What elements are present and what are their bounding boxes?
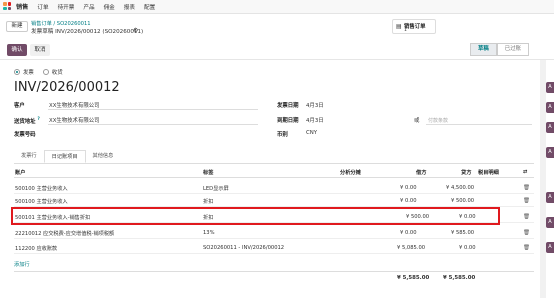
cell-label: 13% [203, 230, 215, 236]
sale-order-smart-button[interactable]: ▤ 销售订单 1 [392, 19, 436, 34]
status-draft[interactable]: 草稿 [470, 43, 497, 56]
currency-field[interactable]: CNY [306, 130, 317, 136]
customer-label: 客户 [14, 103, 25, 109]
trash-icon[interactable]: 🗑 [523, 214, 530, 220]
tab-other-info[interactable]: 其他信息 [86, 150, 121, 163]
radio-receipt-label: 收货 [51, 70, 63, 76]
top-navbar: 销售 订单 待开票 产品 佣金 报表 配置 [0, 0, 554, 14]
breadcrumb-parent[interactable]: 销售订单 / SO20260011 [31, 20, 91, 27]
table-row[interactable]: 22210012 应交税费-应交增值税-销项税额 13% ¥ 0.00 ¥ 58… [14, 226, 534, 239]
form-sheet [6, 62, 538, 298]
col-account[interactable]: 账户 [15, 169, 25, 176]
invoice-title: INV/2026/00012 [14, 80, 120, 95]
trash-icon[interactable]: 🗑 [523, 198, 530, 204]
cell-credit: ¥ 500.00 [451, 198, 475, 204]
total-debit: ¥ 5,585.00 [397, 275, 430, 281]
status-posted[interactable]: 已过账 [496, 43, 529, 56]
activity-icon[interactable]: A [546, 102, 554, 113]
notebook-tabs: 发票行 日记账项目 其他信息 [14, 150, 534, 164]
confirm-button[interactable]: 确认 [7, 44, 27, 56]
document-icon: ▤ [396, 23, 402, 30]
delivery-address-label-text: 送货地址 [14, 118, 36, 125]
delivery-underline [48, 124, 258, 125]
table-row[interactable]: 500100 主营业务收入 LED显示屏 ¥ 0.00 ¥ 4,500.00 🗑 [14, 181, 534, 194]
move-type-radio: 发票 收货 [14, 68, 63, 76]
tab-journal-items[interactable]: 日记账项目 [43, 150, 86, 163]
status-bar: 草稿 已过账 [470, 43, 529, 56]
or-label: 或 [414, 118, 420, 124]
radio-invoice-label: 发票 [23, 70, 34, 76]
smart-button-label: 销售订单 [404, 24, 426, 30]
due-date-field[interactable]: 4月3日 [306, 116, 324, 124]
menu-commission[interactable]: 佣金 [104, 3, 115, 11]
cell-label: SO20260011 - INV/2026/00012 [203, 245, 285, 251]
app-grid-icon[interactable] [3, 2, 12, 11]
activity-icon[interactable]: A [546, 147, 554, 158]
menu-config[interactable]: 配置 [144, 3, 155, 11]
cell-credit: ¥ 4,500.00 [446, 185, 475, 191]
cell-credit: ¥ 585.00 [451, 230, 475, 236]
col-credit[interactable]: 贷方 [461, 169, 471, 176]
cell-account: 500100 主营业务收入 [15, 186, 68, 192]
tab-invoice-lines[interactable]: 发票行 [14, 150, 44, 163]
menu-orders[interactable]: 订单 [37, 3, 48, 11]
cell-account: 22210012 应交税费-应交增值税-销项税额 [15, 231, 115, 237]
activity-icon[interactable]: A [546, 192, 554, 203]
col-analytic[interactable]: 分析分摊 [340, 169, 361, 176]
menu-products[interactable]: 产品 [83, 3, 94, 11]
cell-label: LED显示屏 [203, 186, 229, 192]
highlighted-row-annotation [11, 207, 500, 225]
totals-row: ¥ 5,585.00 ¥ 5,585.00 [14, 271, 534, 284]
payment-terms-underline [426, 124, 532, 125]
due-date-label: 到期日期 [277, 118, 299, 124]
activity-icon[interactable]: A [546, 242, 554, 253]
radio-receipt[interactable] [42, 69, 49, 75]
menu-to-invoice[interactable]: 待开票 [58, 3, 75, 11]
cell-account: 500100 主营业务收入 [15, 199, 68, 205]
cell-label: 折扣 [203, 199, 214, 205]
new-button[interactable]: 新建 [6, 21, 28, 32]
trash-icon[interactable]: 🗑 [523, 230, 530, 236]
delivery-address-field[interactable]: XX生物技术有限公司 [49, 116, 100, 124]
trash-icon[interactable]: 🗑 [523, 185, 530, 191]
currency-label: 币别 [277, 132, 288, 138]
add-line-link[interactable]: 添加行 [14, 261, 30, 268]
help-tooltip-icon[interactable]: ? [37, 116, 39, 121]
cell-credit: ¥ 0.00 [459, 245, 476, 251]
delivery-address-label: 送货地址 ? [14, 116, 40, 125]
cell-debit: ¥ 5,085.00 [397, 245, 426, 251]
payment-terms-field[interactable]: 付款条款 [428, 117, 448, 124]
invoice-date-label: 发票日期 [277, 103, 299, 109]
side-activity-bar: A A A A A A A [546, 40, 554, 298]
cancel-button[interactable]: 取消 [30, 44, 50, 56]
col-label[interactable]: 标签 [203, 169, 213, 176]
smart-button-count: 1 [404, 28, 407, 33]
activity-icon[interactable]: A [546, 122, 554, 133]
trash-icon[interactable]: 🗑 [523, 245, 530, 251]
activity-icon[interactable]: A [546, 217, 554, 228]
activity-icon[interactable]: A [546, 82, 554, 93]
invoice-date-field[interactable]: 4月3日 [306, 101, 324, 109]
app-name[interactable]: 销售 [16, 2, 28, 11]
customer-underline [48, 109, 258, 110]
radio-invoice[interactable] [14, 69, 20, 75]
gear-icon[interactable]: ⚙ [133, 27, 138, 34]
cell-debit: ¥ 0.00 [400, 198, 417, 204]
cell-account: 112200 应收账款 [15, 246, 58, 252]
invoice-number-label: 发票号码 [14, 132, 36, 138]
customer-field[interactable]: XX生物技术有限公司 [49, 101, 100, 109]
cell-debit: ¥ 0.00 [400, 230, 417, 236]
table-row[interactable]: 500100 主营业务收入 折扣 ¥ 0.00 ¥ 500.00 🗑 [14, 194, 534, 207]
journal-table-header: 账户 标签 分析分摊 借方 贷方 税目明细 ⇄ [14, 167, 534, 178]
column-settings-icon[interactable]: ⇄ [523, 169, 527, 175]
col-tax-grid[interactable]: 税目明细 [478, 169, 499, 176]
breadcrumb-current: 发票草稿 INV/2026/00012 (SO20260011) [31, 29, 144, 35]
total-credit: ¥ 5,585.00 [443, 275, 476, 281]
table-row[interactable]: 112200 应收账款 SO20260011 - INV/2026/00012 … [14, 241, 534, 254]
col-debit[interactable]: 借方 [416, 169, 426, 176]
cell-debit: ¥ 0.00 [400, 185, 417, 191]
menu-reports[interactable]: 报表 [124, 3, 135, 11]
